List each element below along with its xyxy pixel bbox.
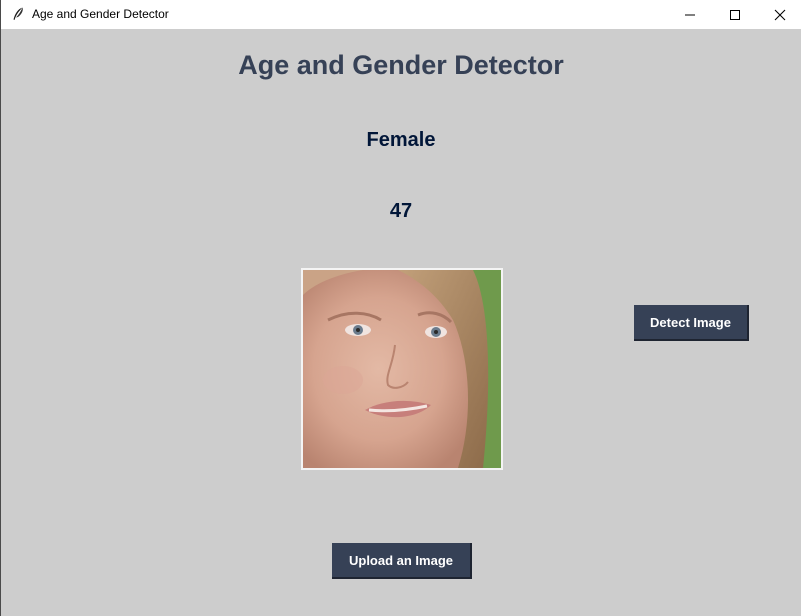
detect-image-button[interactable]: Detect Image	[634, 305, 749, 341]
app-window: Age and Gender Detector Age and Gender D…	[0, 0, 801, 616]
upload-image-button[interactable]: Upload an Image	[332, 543, 472, 579]
maximize-button[interactable]	[712, 0, 758, 29]
page-title: Age and Gender Detector	[238, 50, 564, 80]
gender-result-label: Female	[366, 129, 436, 151]
close-icon	[774, 9, 786, 20]
age-result-label: 47	[389, 200, 413, 222]
maximize-icon	[730, 9, 740, 20]
uploaded-face-image	[301, 268, 503, 470]
close-button[interactable]	[757, 0, 801, 29]
face-photo-illustration	[303, 270, 501, 468]
minimize-icon	[685, 14, 695, 15]
minimize-button[interactable]	[667, 0, 713, 29]
window-title: Age and Gender Detector	[32, 7, 169, 21]
title-bar[interactable]: Age and Gender Detector	[1, 0, 801, 29]
feather-icon	[13, 7, 23, 20]
